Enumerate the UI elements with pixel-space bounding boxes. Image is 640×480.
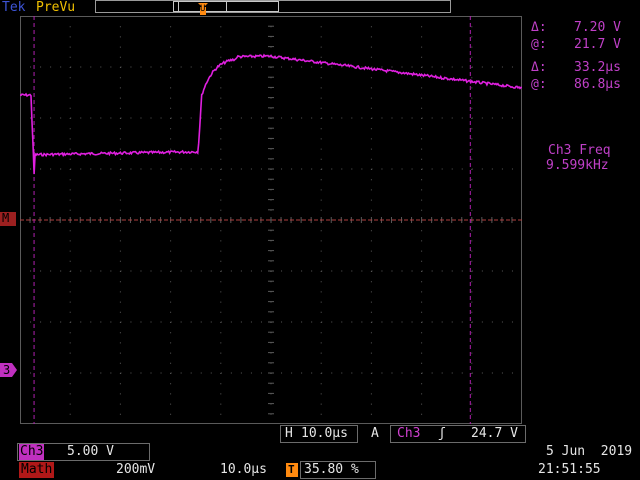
rising-edge-icon: ʃ — [438, 426, 446, 441]
record-view-ref-line — [178, 2, 179, 11]
trigger-level: 24.7 V — [471, 426, 518, 441]
trigger-position-badge: T — [286, 463, 298, 477]
graticule — [20, 16, 522, 424]
measurement-label: Ch3 Freq — [548, 143, 611, 158]
math-marker[interactable]: M — [0, 211, 16, 226]
brand-label: Tek — [2, 0, 26, 15]
math-label: Math — [19, 462, 55, 478]
ch3-ground-marker-label: 3 — [3, 363, 11, 377]
trigger-position-marker[interactable]: U — [197, 1, 209, 15]
trigger-source: Ch3 — [397, 426, 421, 441]
ch3-ground-marker[interactable]: 3 — [0, 362, 18, 378]
cursor-delta-v-symbol: Δ: — [531, 20, 547, 35]
cursor-at-t: 86.8µs — [574, 77, 621, 92]
time-readout: 21:51:55 — [538, 462, 601, 477]
ch3-waveform-trace — [20, 53, 522, 175]
cursor-delta-v: 7.20 V — [574, 20, 621, 35]
math-time-scale: 10.0µs — [220, 462, 267, 477]
horizontal-label: H — [285, 426, 293, 441]
cursor-delta-t: 33.2µs — [574, 60, 621, 75]
waveform-display[interactable] — [20, 16, 522, 424]
trigger-mode: A — [371, 426, 379, 441]
math-scale: 200mV — [116, 462, 156, 477]
cursor-at-v: 21.7 V — [574, 37, 621, 52]
trigger-position-badge-letter: T — [288, 463, 295, 476]
horizontal-scale: 10.0µs — [301, 426, 348, 441]
math-marker-letter: M — [2, 211, 10, 225]
date-readout: 5 Jun 2019 — [546, 444, 633, 459]
cursor-at-v-symbol: @: — [531, 37, 547, 52]
measurement-value: 9.599kHz — [546, 158, 609, 173]
cursor-delta-t-symbol: Δ: — [531, 60, 547, 75]
acquisition-mode-label: PreVu — [36, 0, 76, 15]
trigger-position-letter: U — [200, 4, 206, 14]
trigger-position-value: 35.80 % — [304, 462, 359, 477]
record-view-center-line — [226, 1, 227, 12]
ch3-scale: 5.00 V — [67, 444, 114, 459]
ch3-label: Ch3 — [19, 444, 45, 460]
cursor-at-t-symbol: @: — [531, 77, 547, 92]
